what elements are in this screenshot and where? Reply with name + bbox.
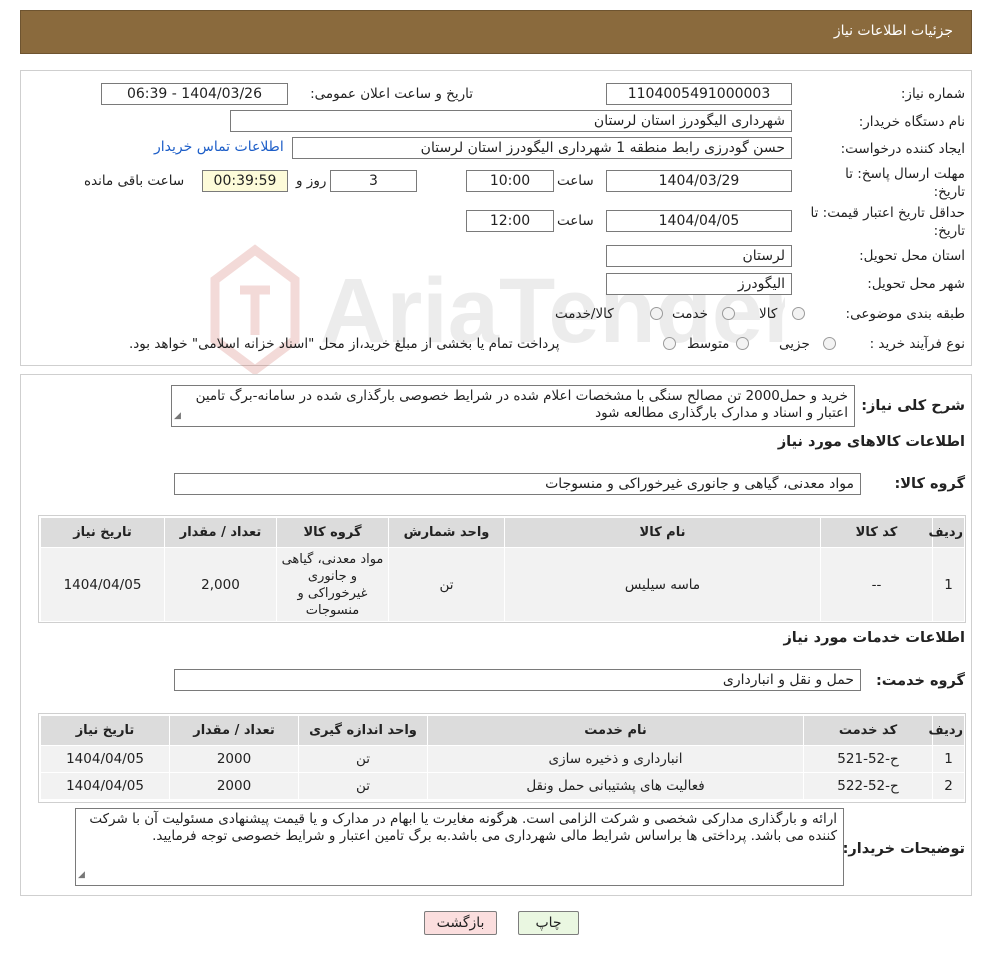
cell-measure-unit: تن (298, 745, 428, 773)
table-row: 1 ح-52-521 انبارداری و ذخیره سازی تن 200… (40, 745, 965, 773)
col-goods-name: نام کالا (504, 517, 821, 548)
cell-need-date: 1404/04/05 (40, 745, 170, 773)
cell-service-name: فعالیت های پشتیبانی حمل ونقل (427, 772, 804, 800)
process-option-medium: متوسط (687, 336, 730, 352)
col-goods-group: گروه کالا (276, 517, 389, 548)
cell-row-number: 1 (932, 547, 965, 622)
col-quantity: تعداد / مقدار (169, 715, 299, 746)
resize-handle-icon[interactable]: ◢ (78, 867, 85, 884)
validity-time-label: ساعت (557, 213, 594, 229)
city-label: شهر محل تحویل: (867, 276, 965, 292)
goods-table-header: ردیف کد کالا نام کالا واحد شمارش گروه کا… (40, 517, 965, 548)
remaining-time-field: 00:39:59 (202, 170, 288, 192)
deadline-date-field: 1404/03/29 (606, 170, 792, 192)
process-label: نوع فرآیند خرید : (869, 336, 965, 352)
category-radio-goods-service[interactable] (650, 307, 663, 320)
process-note: پرداخت تمام یا بخشی از مبلغ خرید،از محل … (129, 336, 560, 352)
category-option-goods-service: کالا/خدمت (555, 306, 614, 322)
summary-textarea[interactable]: خرید و حمل2000 تن مصالح سنگی با مشخصات ا… (171, 385, 855, 427)
cell-service-code: ح-52-521 (803, 745, 933, 773)
buyer-notes-label: توضیحات خریدار: (842, 841, 965, 857)
cell-quantity: 2000 (169, 745, 299, 773)
deadline-time-label: ساعت (557, 173, 594, 189)
summary-label: شرح کلی نیاز: (861, 398, 965, 414)
cell-row-number: 1 (932, 745, 965, 773)
announce-datetime-field: 1404/03/26 - 06:39 (101, 83, 288, 105)
col-service-code: کد خدمت (803, 715, 933, 746)
col-goods-code: کد کالا (820, 517, 933, 548)
cell-quantity: 2000 (169, 772, 299, 800)
deadline-label-date: تاریخ: (933, 184, 965, 200)
col-need-date: تاریخ نیاز (40, 715, 170, 746)
col-service-name: نام خدمت (427, 715, 804, 746)
services-group-label: گروه خدمت: (875, 673, 965, 689)
process-radio-medium[interactable] (736, 337, 749, 350)
cell-goods-name: ماسه سیلیس (504, 547, 821, 622)
summary-text: خرید و حمل2000 تن مصالح سنگی با مشخصات ا… (195, 388, 848, 421)
services-table: ردیف کد خدمت نام خدمت واحد اندازه گیری ت… (40, 715, 965, 800)
process-radio-treasury[interactable] (663, 337, 676, 350)
col-quantity: تعداد / مقدار (164, 517, 277, 548)
cell-service-name: انبارداری و ذخیره سازی (427, 745, 804, 773)
goods-table: ردیف کد کالا نام کالا واحد شمارش گروه کا… (40, 517, 965, 622)
goods-group-label: گروه کالا: (894, 476, 965, 492)
validity-date-field: 1404/04/05 (606, 210, 792, 232)
cell-measure-unit: تن (298, 772, 428, 800)
page-header: جزئیات اطلاعات نیاز (20, 10, 972, 54)
cell-unit: تن (388, 547, 505, 622)
buyer-contact-link[interactable]: اطلاعات تماس خریدار (154, 139, 284, 155)
validity-label-date: تاریخ: (933, 223, 965, 239)
cell-service-code: ح-52-522 (803, 772, 933, 800)
cell-need-date: 1404/04/05 (40, 547, 165, 622)
buyer-org-label: نام دستگاه خریدار: (858, 114, 965, 130)
category-radio-goods[interactable] (792, 307, 805, 320)
days-label: روز و (296, 173, 327, 189)
col-row-number: ردیف (928, 715, 965, 746)
need-number-field: 1104005491000003 (606, 83, 792, 105)
deadline-label: مهلت ارسال پاسخ: تا (845, 166, 965, 182)
province-label: استان محل تحویل: (859, 248, 965, 264)
category-label: طبقه بندی موضوعی: (845, 306, 965, 322)
col-row-number: ردیف (928, 517, 965, 548)
goods-section-title: اطلاعات کالاهای مورد نیاز (777, 434, 965, 450)
col-measure-unit: واحد اندازه گیری (298, 715, 428, 746)
cell-need-date: 1404/04/05 (40, 772, 170, 800)
category-option-goods: کالا (759, 306, 778, 322)
need-number-label: شماره نیاز: (900, 86, 965, 102)
buyer-org-field: شهرداری الیگودرز استان لرستان (230, 110, 792, 132)
cell-goods-group: مواد معدنی، گیاهی و جانوری غیرخوراکی و م… (276, 547, 389, 622)
category-radio-service[interactable] (722, 307, 735, 320)
col-unit: واحد شمارش (388, 517, 505, 548)
services-section-title: اطلاعات خدمات مورد نیاز (783, 630, 965, 646)
validity-time-field: 12:00 (466, 210, 554, 232)
goods-group-field: مواد معدنی، گیاهی و جانوری غیرخوراکی و م… (174, 473, 861, 495)
table-row: 2 ح-52-522 فعالیت های پشتیبانی حمل ونقل … (40, 772, 965, 800)
page-title: جزئیات اطلاعات نیاز (833, 23, 953, 39)
deadline-time-field: 10:00 (466, 170, 554, 192)
col-need-date: تاریخ نیاز (40, 517, 165, 548)
services-table-header: ردیف کد خدمت نام خدمت واحد اندازه گیری ت… (40, 715, 965, 746)
table-row: 1 -- ماسه سیلیس تن مواد معدنی، گیاهی و ج… (40, 547, 965, 622)
print-button[interactable]: چاپ (518, 911, 579, 935)
process-option-minor: جزیی (779, 336, 810, 352)
validity-label: حداقل تاریخ اعتبار قیمت: تا (810, 205, 965, 221)
days-field: 3 (330, 170, 417, 192)
process-radio-minor[interactable] (823, 337, 836, 350)
city-field: الیگودرز (606, 273, 792, 295)
cell-row-number: 2 (932, 772, 965, 800)
resize-handle-icon[interactable]: ◢ (174, 408, 181, 425)
category-option-service: خدمت (672, 306, 708, 322)
announce-label: تاریخ و ساعت اعلان عمومی: (310, 86, 473, 102)
remaining-time-label: ساعت باقی مانده (84, 173, 185, 189)
buyer-notes-text: ارائه و بارگذاری مدارکی شخصی و شرکت الزا… (89, 811, 837, 844)
back-button[interactable]: بازگشت (424, 911, 497, 935)
province-field: لرستان (606, 245, 792, 267)
creator-label: ایجاد کننده درخواست: (840, 141, 965, 157)
buyer-notes-textarea[interactable]: ارائه و بارگذاری مدارکی شخصی و شرکت الزا… (75, 808, 844, 886)
creator-field: حسن گودرزی رابط منطقه 1 شهرداری الیگودرز… (292, 137, 792, 159)
cell-goods-code: -- (820, 547, 933, 622)
cell-quantity: 2,000 (164, 547, 277, 622)
services-group-field: حمل و نقل و انبارداری (174, 669, 861, 691)
